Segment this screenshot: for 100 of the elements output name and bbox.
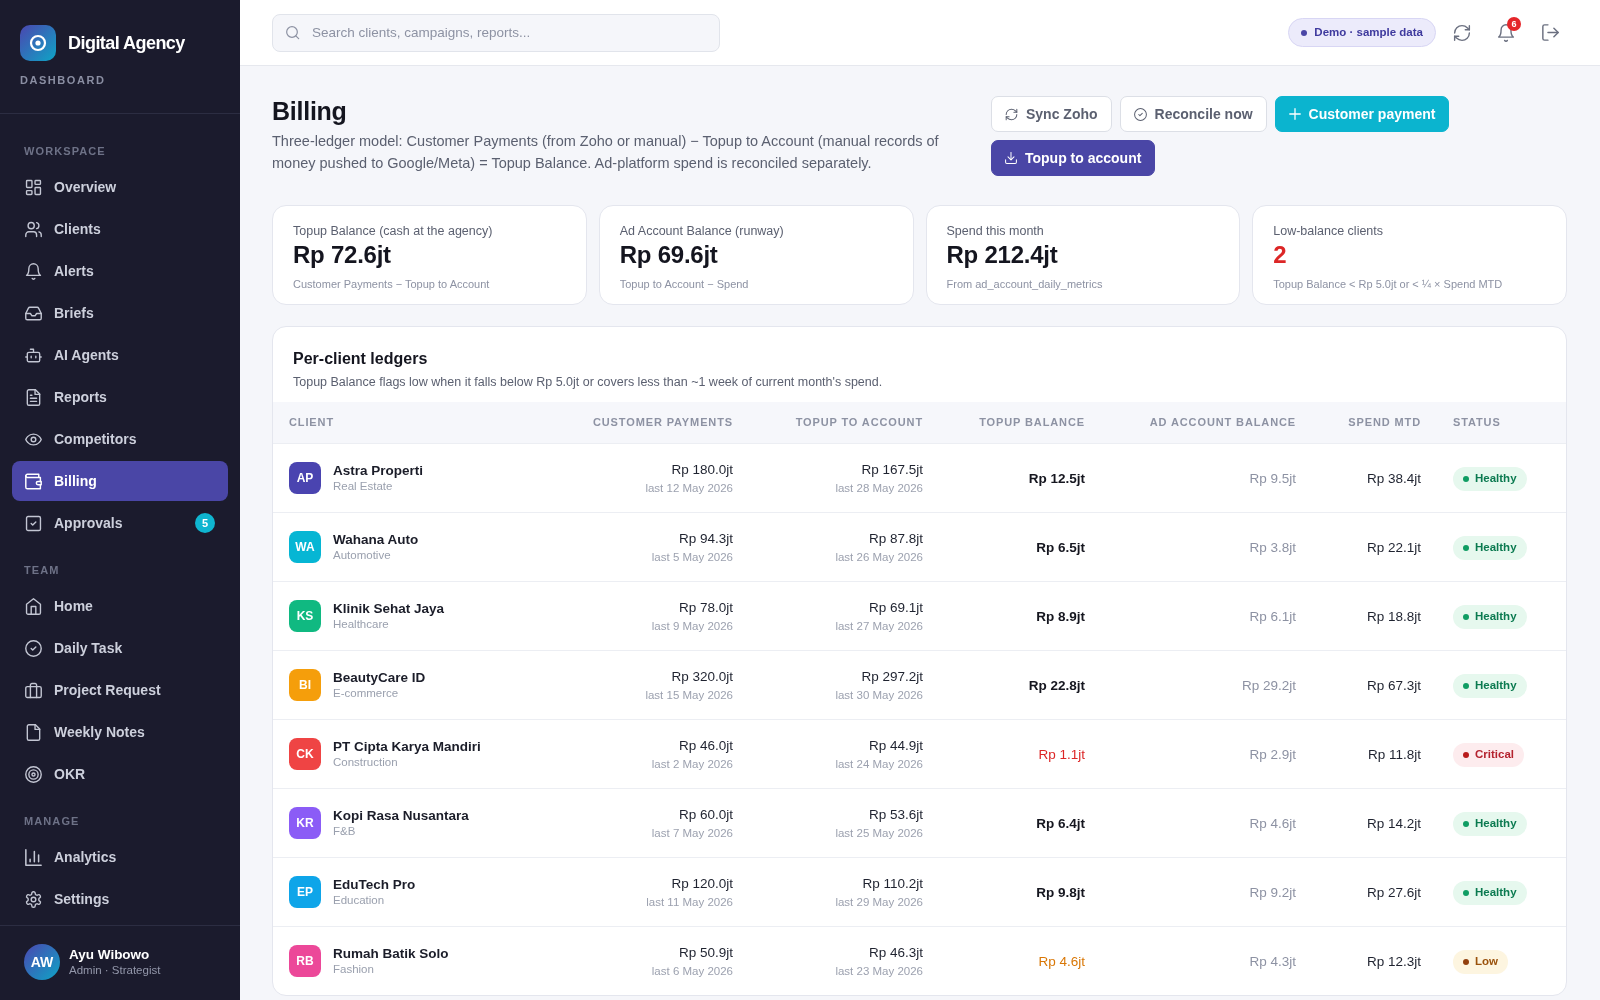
stat-value: 2 — [1273, 241, 1288, 269]
sidebar-link[interactable]: Competitors — [12, 419, 228, 459]
date-text: last 2 May 2026 — [651, 756, 733, 772]
briefcase-icon — [25, 681, 42, 699]
sidebar-link[interactable]: Settings — [12, 879, 228, 919]
stat-label: Low-balance clients — [1273, 223, 1385, 239]
stat-note: From ad_account_daily_metrics — [946, 277, 1104, 291]
stat-label: Topup Balance (cash at the agency) — [293, 223, 494, 239]
amount-text: Rp 22.8jt — [1028, 676, 1085, 695]
amount-text: Rp 6.5jt — [1036, 538, 1085, 557]
section-heading: TEAM — [24, 563, 60, 577]
status-label: Healthy — [1475, 608, 1517, 624]
client-avatar: KR — [289, 806, 321, 839]
client-name: BeautyCare ID — [333, 669, 426, 686]
client-avatar: RB — [289, 944, 321, 977]
client-category: E-commerce — [333, 686, 400, 700]
sidebar-link[interactable]: Weekly Notes — [12, 712, 228, 752]
dot-icon — [1463, 475, 1469, 482]
notifications-button[interactable]: 6 — [1488, 14, 1524, 51]
sidebar-link[interactable]: Clients — [12, 209, 228, 249]
document-icon — [25, 388, 42, 406]
amount-text: Rp 2.9jt — [1249, 745, 1296, 764]
column-header: TOPUP TO ACCOUNT — [749, 402, 939, 443]
client-name: Astra Properti — [333, 462, 424, 479]
section-title: Per-client ledgers — [293, 349, 429, 369]
demo-mode-label: Demo · sample data — [1314, 24, 1423, 40]
client-avatar: KS — [289, 599, 321, 632]
amount-text: Rp 6.4jt — [1036, 814, 1085, 833]
amount-text: Rp 9.2jt — [1249, 883, 1296, 902]
notification-count: 6 — [1507, 16, 1521, 31]
column-header: SPEND MTD — [1312, 402, 1437, 443]
amount-text: Rp 120.0jt — [671, 874, 733, 893]
date-text: last 7 May 2026 — [651, 825, 733, 841]
dot-icon — [1463, 544, 1469, 551]
user-role: Admin · Strategist — [69, 963, 161, 977]
stat-note: Topup Balance < Rp 5.0jt or < ¼ × Spend MTD — [1273, 277, 1504, 291]
date-text: last 30 May 2026 — [835, 687, 923, 703]
page-description: Three-ledger model: Customer Payments (from Zoho or manual) − Topup to Account (manual records of money pushed to Google/Meta) = Topup Balance. Ad-platform spend is reconciled separately. — [272, 132, 940, 173]
eye-icon — [25, 430, 42, 448]
section-description: Topup Balance flags low when it falls below Rp 5.0jt or covers less than ~1 week of current month's spend. — [293, 374, 884, 391]
search-field[interactable]: Search clients, campaigns, reports... — [272, 13, 720, 52]
grid-icon — [25, 178, 42, 196]
user-avatar: AW — [24, 944, 60, 980]
sidebar-link[interactable]: Overview — [12, 167, 228, 207]
sidebar-link[interactable]: OKR — [12, 754, 228, 794]
action-button[interactable]: Topup to account — [991, 140, 1156, 176]
action-button[interactable]: Sync Zoho — [991, 96, 1112, 132]
settings-icon — [25, 890, 42, 908]
amount-text: Rp 297.2jt — [861, 667, 923, 686]
date-text: last 28 May 2026 — [835, 480, 923, 496]
status-label: Critical — [1475, 746, 1514, 762]
amount-text: Rp 50.9jt — [678, 943, 733, 962]
client-name: Kopi Rasa Nusantara — [333, 807, 469, 824]
stat-value: Rp 212.4jt — [946, 241, 1059, 269]
sidebar-link[interactable]: AI Agents — [12, 335, 228, 375]
date-text: last 15 May 2026 — [645, 687, 733, 703]
sidebar-link[interactable]: Project Request — [12, 670, 228, 710]
client-category: F&B — [333, 824, 357, 838]
checkbox-icon — [25, 514, 42, 532]
dot-icon — [1463, 613, 1469, 620]
amount-text: Rp 22.1jt — [1366, 538, 1421, 557]
date-text: last 27 May 2026 — [835, 618, 923, 634]
client-category: Real Estate — [333, 479, 394, 493]
sidebar-link[interactable]: Briefs — [12, 293, 228, 333]
amount-text: Rp 6.1jt — [1249, 607, 1296, 626]
amount-text: Rp 3.8jt — [1249, 538, 1296, 557]
stat-value: Rp 72.6jt — [293, 241, 392, 269]
amount-text: Rp 94.3jt — [678, 529, 733, 548]
amount-text: Rp 69.1jt — [868, 598, 923, 617]
action-button[interactable]: Reconcile now — [1119, 96, 1267, 132]
amount-text: Rp 46.0jt — [678, 736, 733, 755]
amount-text: Rp 9.8jt — [1036, 883, 1085, 902]
sidebar-link[interactable]: Daily Task — [12, 628, 228, 668]
sidebar-link[interactable]: Analytics — [12, 837, 228, 877]
dot-icon — [1463, 958, 1469, 965]
amount-text: Rp 8.9jt — [1036, 607, 1085, 626]
amount-text: Rp 180.0jt — [671, 460, 733, 479]
status-label: Healthy — [1475, 884, 1517, 900]
sidebar-link[interactable]: Home — [12, 586, 228, 626]
sidebar-link[interactable]: Billing — [12, 461, 228, 501]
client-avatar: EP — [289, 875, 321, 908]
amount-text: Rp 60.0jt — [678, 805, 733, 824]
date-text: last 29 May 2026 — [835, 894, 923, 910]
stat-value: Rp 69.6jt — [619, 241, 719, 269]
column-header: STATUS — [1437, 402, 1566, 443]
amount-text: Rp 12.5jt — [1028, 469, 1085, 488]
client-category: Education — [333, 893, 386, 907]
sidebar-link[interactable]: Approvals 5 — [12, 503, 228, 543]
sidebar-link[interactable]: Reports — [12, 377, 228, 417]
sidebar-link[interactable]: Alerts — [12, 251, 228, 291]
page-title: Billing — [272, 96, 348, 126]
wallet-icon — [25, 472, 42, 490]
date-text: last 25 May 2026 — [835, 825, 923, 841]
amount-text: Rp 29.2jt — [1241, 676, 1296, 695]
amount-text: Rp 27.6jt — [1366, 883, 1421, 902]
date-text: last 23 May 2026 — [835, 963, 923, 979]
amount-text: Rp 1.1jt — [1038, 745, 1085, 764]
section-heading: MANAGE — [24, 814, 80, 828]
amount-text: Rp 11.8jt — [1367, 745, 1421, 764]
amount-text: Rp 18.8jt — [1366, 607, 1421, 626]
